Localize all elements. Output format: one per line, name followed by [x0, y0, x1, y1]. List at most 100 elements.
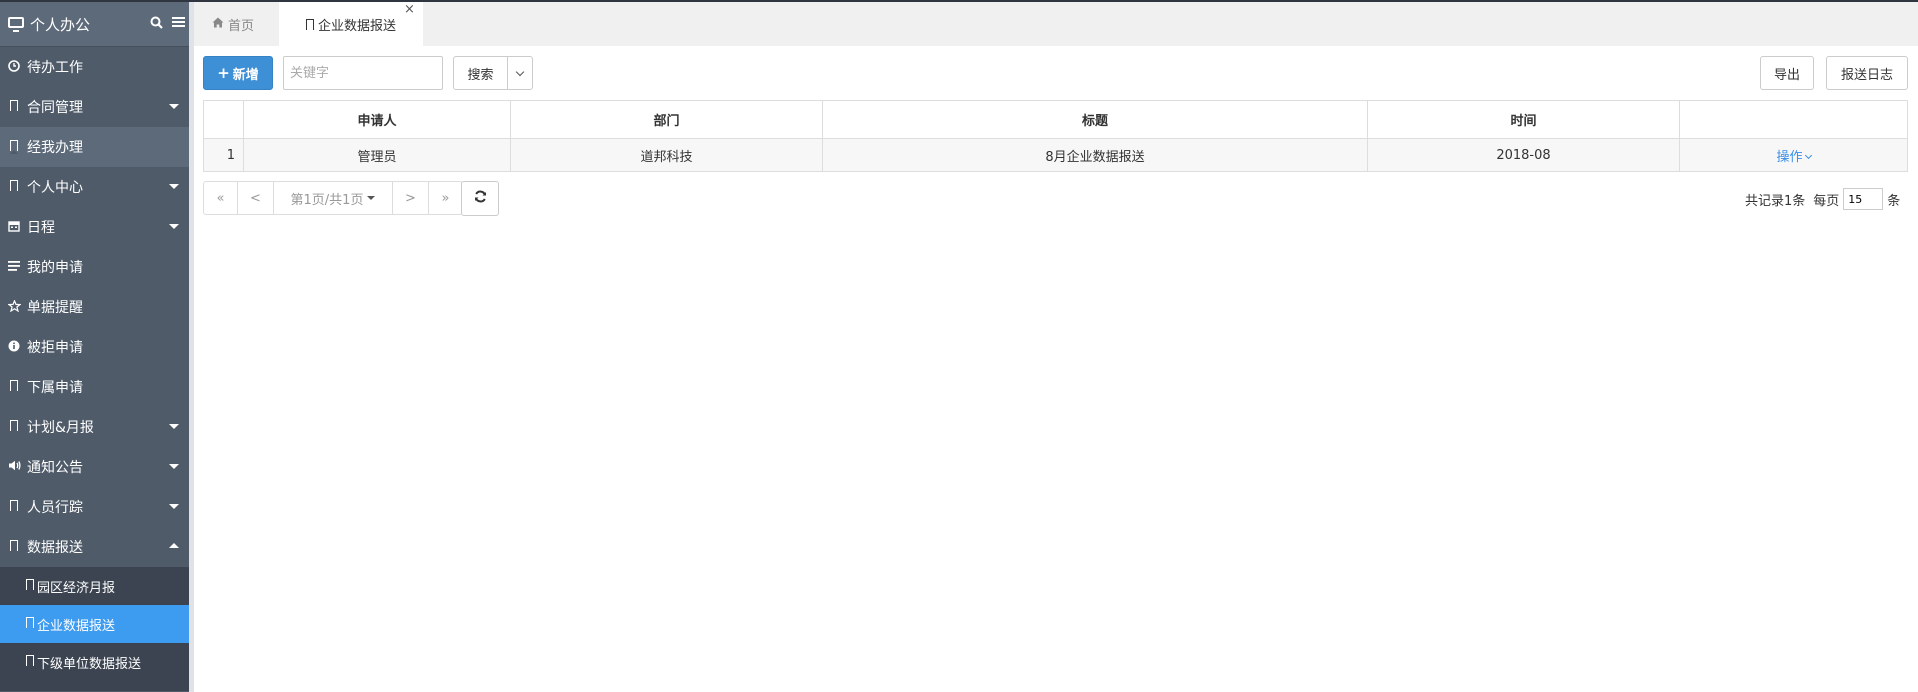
sidebar-nav: 待办工作 合同管理 经我办理 个人中心 日程 我的申请 单据提醒 被拒申请 下属…: [0, 47, 189, 567]
sidebar-item-personal[interactable]: 个人中心: [0, 167, 189, 207]
sidebar-subitem-subordinate-report[interactable]: 下级单位数据报送: [0, 643, 189, 681]
bookmark-icon: [7, 100, 21, 114]
report-log-button[interactable]: 报送日志: [1826, 56, 1908, 90]
cell-applicant: 管理员: [243, 138, 511, 172]
sidebar-item-label: 数据报送: [27, 540, 83, 556]
caret-down-icon: [169, 224, 179, 229]
sidebar-item-label: 计划&月报: [27, 420, 94, 436]
page-select-label: 第1页/共1页: [290, 192, 364, 208]
sidebar-item-label: 日程: [27, 220, 55, 236]
menu-icon[interactable]: [167, 16, 189, 32]
sidebar-subitem-label: 园区经济月报: [37, 580, 116, 596]
bookmark-icon: [25, 655, 34, 669]
pagination: « < 第1页/共1页 > »: [203, 181, 463, 215]
first-page-button[interactable]: «: [204, 182, 238, 214]
tab-home[interactable]: 首页: [212, 2, 254, 46]
sidebar-item-rejected[interactable]: 被拒申请: [0, 327, 189, 367]
last-page-button[interactable]: »: [429, 182, 462, 214]
search-options-dropdown[interactable]: [507, 56, 533, 90]
table-header-row: 申请人 部门 标题 时间: [203, 100, 1908, 139]
export-button[interactable]: 导出: [1760, 56, 1814, 90]
sidebar-item-contract[interactable]: 合同管理: [0, 87, 189, 127]
total-records: 共记录1条: [1745, 193, 1806, 209]
tab-close-icon[interactable]: ×: [404, 3, 415, 16]
column-header-time[interactable]: 时间: [1367, 100, 1680, 139]
sidebar-item-label: 我的申请: [27, 260, 83, 276]
sidebar-item-label: 待办工作: [27, 60, 83, 76]
clock-icon: [7, 59, 21, 75]
info-icon: [7, 340, 21, 355]
sidebar-item-schedule[interactable]: 日程: [0, 207, 189, 247]
sidebar: 个人办公 待办工作 合同管理 经我办理 个人中心 日程 我的申请 单据提醒 被拒…: [0, 2, 189, 692]
caret-down-icon: [169, 464, 179, 469]
page-select[interactable]: 第1页/共1页: [274, 182, 393, 214]
sidebar-item-label: 下属申请: [27, 380, 83, 396]
bookmark-icon: [7, 180, 21, 194]
chevron-down-icon: [1804, 151, 1812, 159]
bookmark-icon: [7, 420, 21, 434]
table-row[interactable]: 1 管理员 道邦科技 8月企业数据报送 2018-08 操作: [203, 138, 1908, 172]
action-dropdown-link[interactable]: 操作: [1776, 149, 1812, 165]
search-icon[interactable]: [145, 16, 167, 33]
sidebar-item-plans[interactable]: 计划&月报: [0, 407, 189, 447]
sidebar-subitem-label: 企业数据报送: [37, 618, 116, 634]
cell-action: 操作: [1679, 138, 1908, 172]
tab-enterprise-report[interactable]: 企业数据报送: [279, 2, 423, 46]
column-header-action: [1679, 100, 1908, 139]
list-icon: [7, 260, 21, 274]
column-header-title[interactable]: 标题: [822, 100, 1368, 139]
page-size-input[interactable]: [1843, 188, 1884, 210]
monitor-icon: [8, 16, 24, 32]
bookmark-icon: [7, 380, 21, 394]
search-button[interactable]: 搜索: [453, 56, 508, 90]
action-label: 操作: [1776, 149, 1803, 165]
sidebar-item-data-report[interactable]: 数据报送: [0, 527, 189, 567]
pagination-info: 共记录1条 每页 条: [1745, 188, 1900, 210]
refresh-icon: [474, 190, 487, 207]
refresh-button[interactable]: [461, 181, 499, 216]
bookmark-icon: [25, 617, 34, 631]
sidebar-item-handled[interactable]: 经我办理: [0, 127, 189, 167]
plus-icon: +: [217, 64, 230, 82]
sidebar-item-label: 通知公告: [27, 460, 83, 476]
caret-down-icon: [169, 424, 179, 429]
sidebar-item-whereabouts[interactable]: 人员行踪: [0, 487, 189, 527]
sidebar-submenu-footer: [0, 681, 189, 691]
sidebar-item-my-applications[interactable]: 我的申请: [0, 247, 189, 287]
calendar-icon: [7, 220, 21, 235]
sidebar-item-label: 被拒申请: [27, 340, 83, 356]
prev-page-button[interactable]: <: [238, 182, 274, 214]
sidebar-item-todo[interactable]: 待办工作: [0, 47, 189, 87]
tab-label: 首页: [228, 18, 255, 34]
bookmark-icon: [7, 540, 21, 554]
star-icon: [6, 298, 22, 315]
per-page-label: 每页: [1813, 193, 1840, 209]
bookmark-icon: [305, 18, 314, 33]
caret-up-icon: [169, 543, 179, 548]
column-header-department[interactable]: 部门: [510, 100, 823, 139]
next-page-button[interactable]: >: [393, 182, 429, 214]
bookmark-icon: [7, 140, 21, 154]
sidebar-item-notices[interactable]: 通知公告: [0, 447, 189, 487]
per-page-unit: 条: [1887, 193, 1901, 209]
volume-icon: [7, 460, 21, 474]
search-input[interactable]: [283, 56, 443, 90]
sidebar-item-label: 经我办理: [27, 140, 83, 156]
add-button[interactable]: + 新增: [203, 56, 273, 90]
tab-bar: 首页 企业数据报送: [194, 2, 1918, 46]
add-button-label: 新增: [232, 67, 259, 83]
row-number: 1: [203, 138, 244, 172]
cell-title: 8月企业数据报送: [822, 138, 1368, 172]
sidebar-subitem-enterprise-report[interactable]: 企业数据报送: [0, 605, 189, 643]
sidebar-item-label: 合同管理: [27, 100, 83, 116]
sidebar-item-reminders[interactable]: 单据提醒: [0, 287, 189, 327]
data-table: 申请人 部门 标题 时间 1 管理员 道邦科技 8月企业数据报送 2018-08…: [203, 100, 1908, 172]
column-header-applicant[interactable]: 申请人: [243, 100, 511, 139]
caret-down-icon: [169, 504, 179, 509]
sidebar-subitem-park-monthly[interactable]: 园区经济月报: [0, 567, 189, 605]
app-title: 个人办公: [30, 15, 91, 34]
caret-down-icon: [367, 196, 376, 200]
sidebar-item-subordinate[interactable]: 下属申请: [0, 367, 189, 407]
sidebar-divider: [189, 2, 194, 692]
tab-label: 企业数据报送: [317, 18, 396, 34]
